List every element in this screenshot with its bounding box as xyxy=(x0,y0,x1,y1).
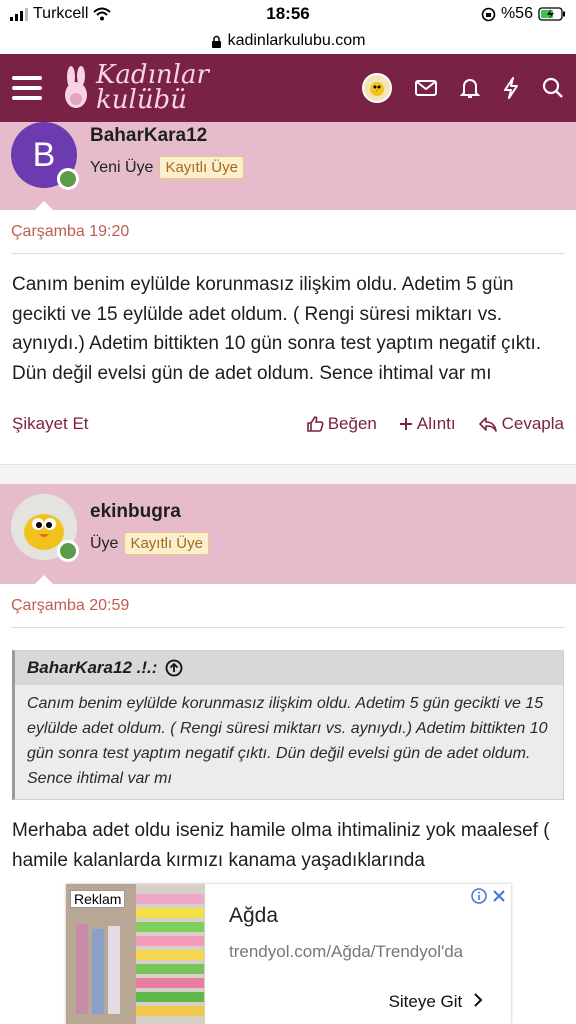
avatar[interactable] xyxy=(11,494,79,562)
like-label: Beğen xyxy=(327,414,377,433)
post-separator xyxy=(0,464,576,484)
plus-icon xyxy=(399,418,412,430)
quote-block: BaharKara12 .!.: Canım benim eylülde kor… xyxy=(12,650,564,800)
site-header: Kadınlar kulübü xyxy=(0,54,576,122)
quote-author[interactable]: BaharKara12 .!.: xyxy=(27,658,157,678)
ad-cta-button[interactable]: Siteye Git xyxy=(389,992,483,1012)
thumbs-up-icon xyxy=(306,416,324,432)
header-pointer xyxy=(34,575,54,585)
post-header: B BaharKara12 Yeni Üye Kayıtlı Üye xyxy=(0,122,576,211)
logo-line-2: kulübü xyxy=(96,85,187,115)
chick-avatar-icon xyxy=(370,82,384,96)
reply-button[interactable]: Cevapla xyxy=(478,414,564,434)
ad-cta-label: Siteye Git xyxy=(388,992,463,1011)
post-body: Merhaba adet oldu iseniz hamile olma iht… xyxy=(12,820,550,871)
post-body: Canım benim eylülde korunmasız ilişkim o… xyxy=(12,274,542,384)
address-bar[interactable]: kadinlarkulubu.com xyxy=(0,28,576,54)
close-icon[interactable] xyxy=(491,888,507,904)
reply-icon xyxy=(478,417,497,432)
avatar[interactable]: B xyxy=(11,122,79,190)
chevron-right-icon xyxy=(474,993,483,1007)
ad-image: Reklam xyxy=(66,884,205,1024)
menu-icon[interactable] xyxy=(12,76,42,100)
post-header: ekinbugra Üye Kayıtlı Üye xyxy=(0,484,576,585)
wifi-icon xyxy=(93,7,112,21)
like-button[interactable]: Beğen xyxy=(306,414,377,434)
post-date[interactable]: Çarşamba 19:20 xyxy=(11,210,565,254)
battery-icon xyxy=(538,7,565,21)
user-role: Üye xyxy=(90,534,119,552)
post-date[interactable]: Çarşamba 20:59 xyxy=(11,584,565,628)
url-text: kadinlarkulubu.com xyxy=(227,32,366,49)
reply-label: Cevapla xyxy=(501,414,564,433)
username[interactable]: ekinbugra xyxy=(90,501,209,523)
member-badge: Kayıtlı Üye xyxy=(159,156,244,179)
clock: 18:56 xyxy=(266,4,310,23)
carrier-name: Turkcell xyxy=(33,5,89,22)
signal-icon xyxy=(10,7,28,21)
post-actions: Şikayet Et Beğen Alıntı Cevapla xyxy=(0,404,576,444)
lock-icon xyxy=(211,35,221,48)
ad-banner[interactable]: Reklam Ağda trendyol.com/Ağda/Trendyol'd… xyxy=(66,884,511,1024)
battery-percent: %56 xyxy=(500,5,533,22)
bunny-logo-icon xyxy=(65,66,87,108)
quote-header: BaharKara12 .!.: xyxy=(15,651,563,685)
site-logo[interactable]: Kadınlar kulübü xyxy=(60,62,209,115)
header-pointer xyxy=(34,201,54,211)
quote-button[interactable]: Alıntı xyxy=(399,414,456,434)
quote-text: Canım benim eylülde korunmasız ilişkim o… xyxy=(27,695,548,787)
member-badge: Kayıtlı Üye xyxy=(124,532,209,555)
status-bar: Turkcell 18:56 %56 xyxy=(0,0,576,28)
avatar-letter: B xyxy=(32,135,56,174)
post-1: B BaharKara12 Yeni Üye Kayıtlı Üye Çarşa… xyxy=(0,122,576,444)
ad-url: trendyol.com/Ağda/Trendyol'da xyxy=(229,942,464,961)
user-role: Yeni Üye xyxy=(90,158,154,176)
bell-icon[interactable] xyxy=(460,77,480,99)
envelope-icon[interactable] xyxy=(414,79,438,97)
info-icon[interactable] xyxy=(470,888,487,904)
post-2: ekinbugra Üye Kayıtlı Üye Çarşamba 20:59… xyxy=(0,484,576,875)
bolt-icon[interactable] xyxy=(502,77,520,99)
quote-label: Alıntı xyxy=(416,414,456,433)
arrow-up-circle-icon[interactable] xyxy=(165,659,183,677)
online-indicator xyxy=(57,168,79,190)
rotation-lock-icon xyxy=(481,7,496,21)
ad-info-close[interactable] xyxy=(470,888,507,909)
ad-label: Reklam xyxy=(70,890,126,908)
report-link[interactable]: Şikayet Et xyxy=(12,414,89,434)
online-indicator xyxy=(57,540,79,562)
user-avatar[interactable] xyxy=(362,73,392,103)
ad-title[interactable]: Ağda xyxy=(229,904,278,928)
username[interactable]: BaharKara12 xyxy=(90,125,244,147)
search-icon[interactable] xyxy=(542,77,564,99)
